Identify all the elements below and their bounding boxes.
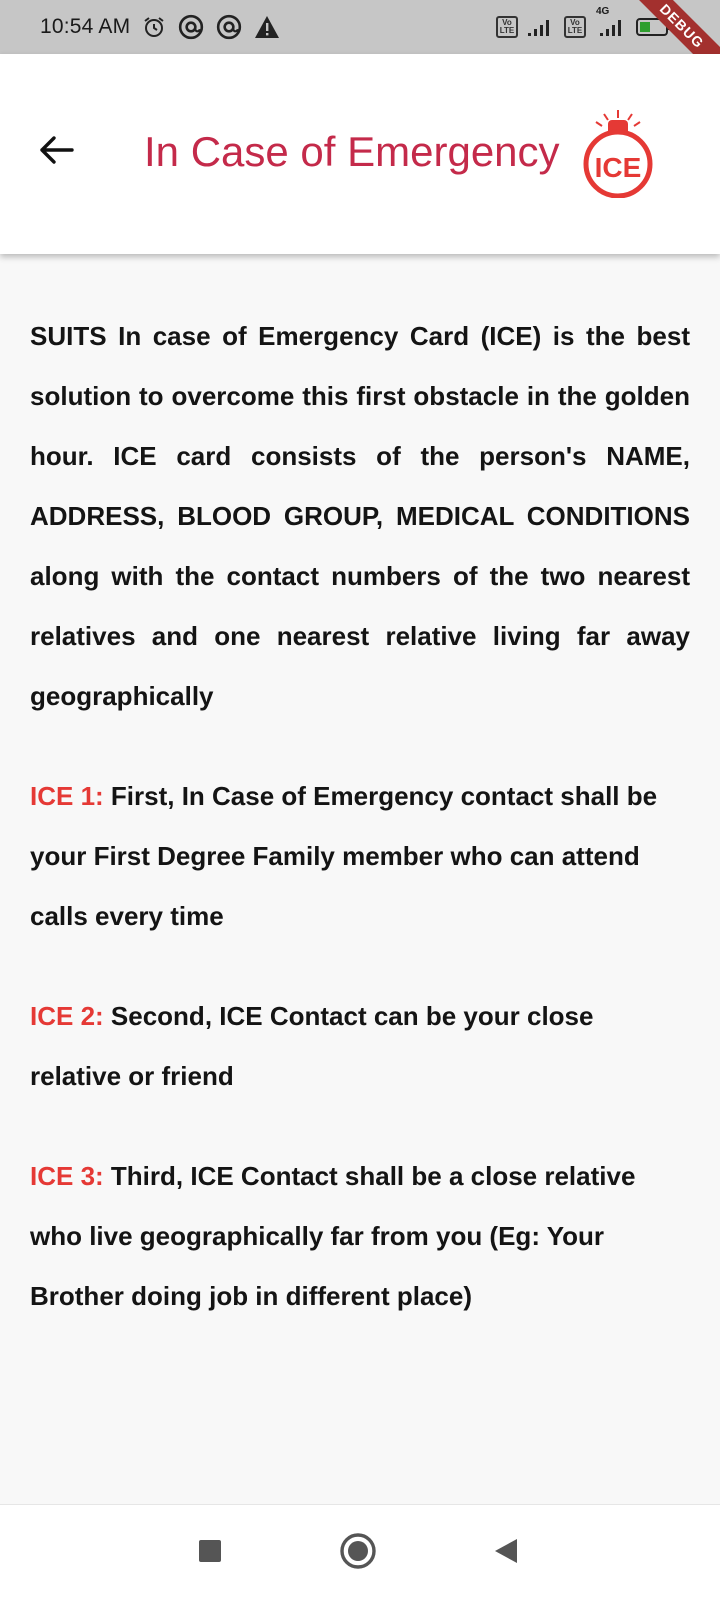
at-sign-icon — [178, 14, 204, 40]
ice-logo-text: ICE — [594, 152, 642, 183]
system-nav-bar — [0, 1504, 720, 1600]
volte-bottom: LTE — [567, 26, 583, 35]
ice-item-2: ICE 2: Second, ICE Contact can be your c… — [30, 986, 690, 1106]
ice-label: ICE 1: — [30, 781, 104, 811]
ice-item-1: ICE 1: First, In Case of Emergency conta… — [30, 766, 690, 946]
home-button[interactable] — [338, 1532, 378, 1575]
alarm-icon — [142, 15, 166, 39]
arrow-left-icon — [38, 135, 74, 170]
triangle-back-icon — [493, 1537, 519, 1570]
status-time: 10:54 AM — [40, 15, 131, 38]
ice-label: ICE 3: — [30, 1161, 104, 1191]
square-icon — [198, 1539, 222, 1568]
intro-paragraph: SUITS In case of Emergency Card (ICE) is… — [30, 321, 690, 711]
main-content: SUITS In case of Emergency Card (ICE) is… — [30, 306, 690, 1326]
back-button[interactable] — [30, 126, 82, 178]
circle-home-icon — [339, 1532, 377, 1575]
ice-text: First, In Case of Emergency contact shal… — [30, 781, 658, 931]
app-bar: In Case of Emergency ICE — [0, 54, 720, 254]
volte-badge: Vo LTE — [564, 16, 586, 38]
back-nav-button[interactable] — [486, 1533, 526, 1573]
recents-button[interactable] — [190, 1533, 230, 1573]
status-left: 10:54 AM — [40, 14, 280, 40]
ice-logo: ICE — [578, 108, 658, 199]
status-bar: 10:54 AM Vo LTE Vo LTE 4G DEBUG — [0, 0, 720, 54]
warning-icon — [254, 15, 280, 39]
network-label: 4G — [596, 6, 610, 17]
at-sign-icon — [216, 14, 242, 40]
signal-icon: 4G — [594, 6, 628, 38]
volte-bottom: LTE — [499, 26, 515, 35]
page-title: In Case of Emergency — [144, 128, 560, 175]
ice-text: Second, ICE Contact can be your close re… — [30, 1001, 594, 1091]
ice-text: Third, ICE Contact shall be a close rela… — [30, 1161, 636, 1311]
volte-badge: Vo LTE — [496, 16, 518, 38]
ice-label: ICE 2: — [30, 1001, 104, 1031]
ice-item-3: ICE 3: Third, ICE Contact shall be a clo… — [30, 1146, 690, 1326]
signal-icon — [526, 16, 556, 38]
